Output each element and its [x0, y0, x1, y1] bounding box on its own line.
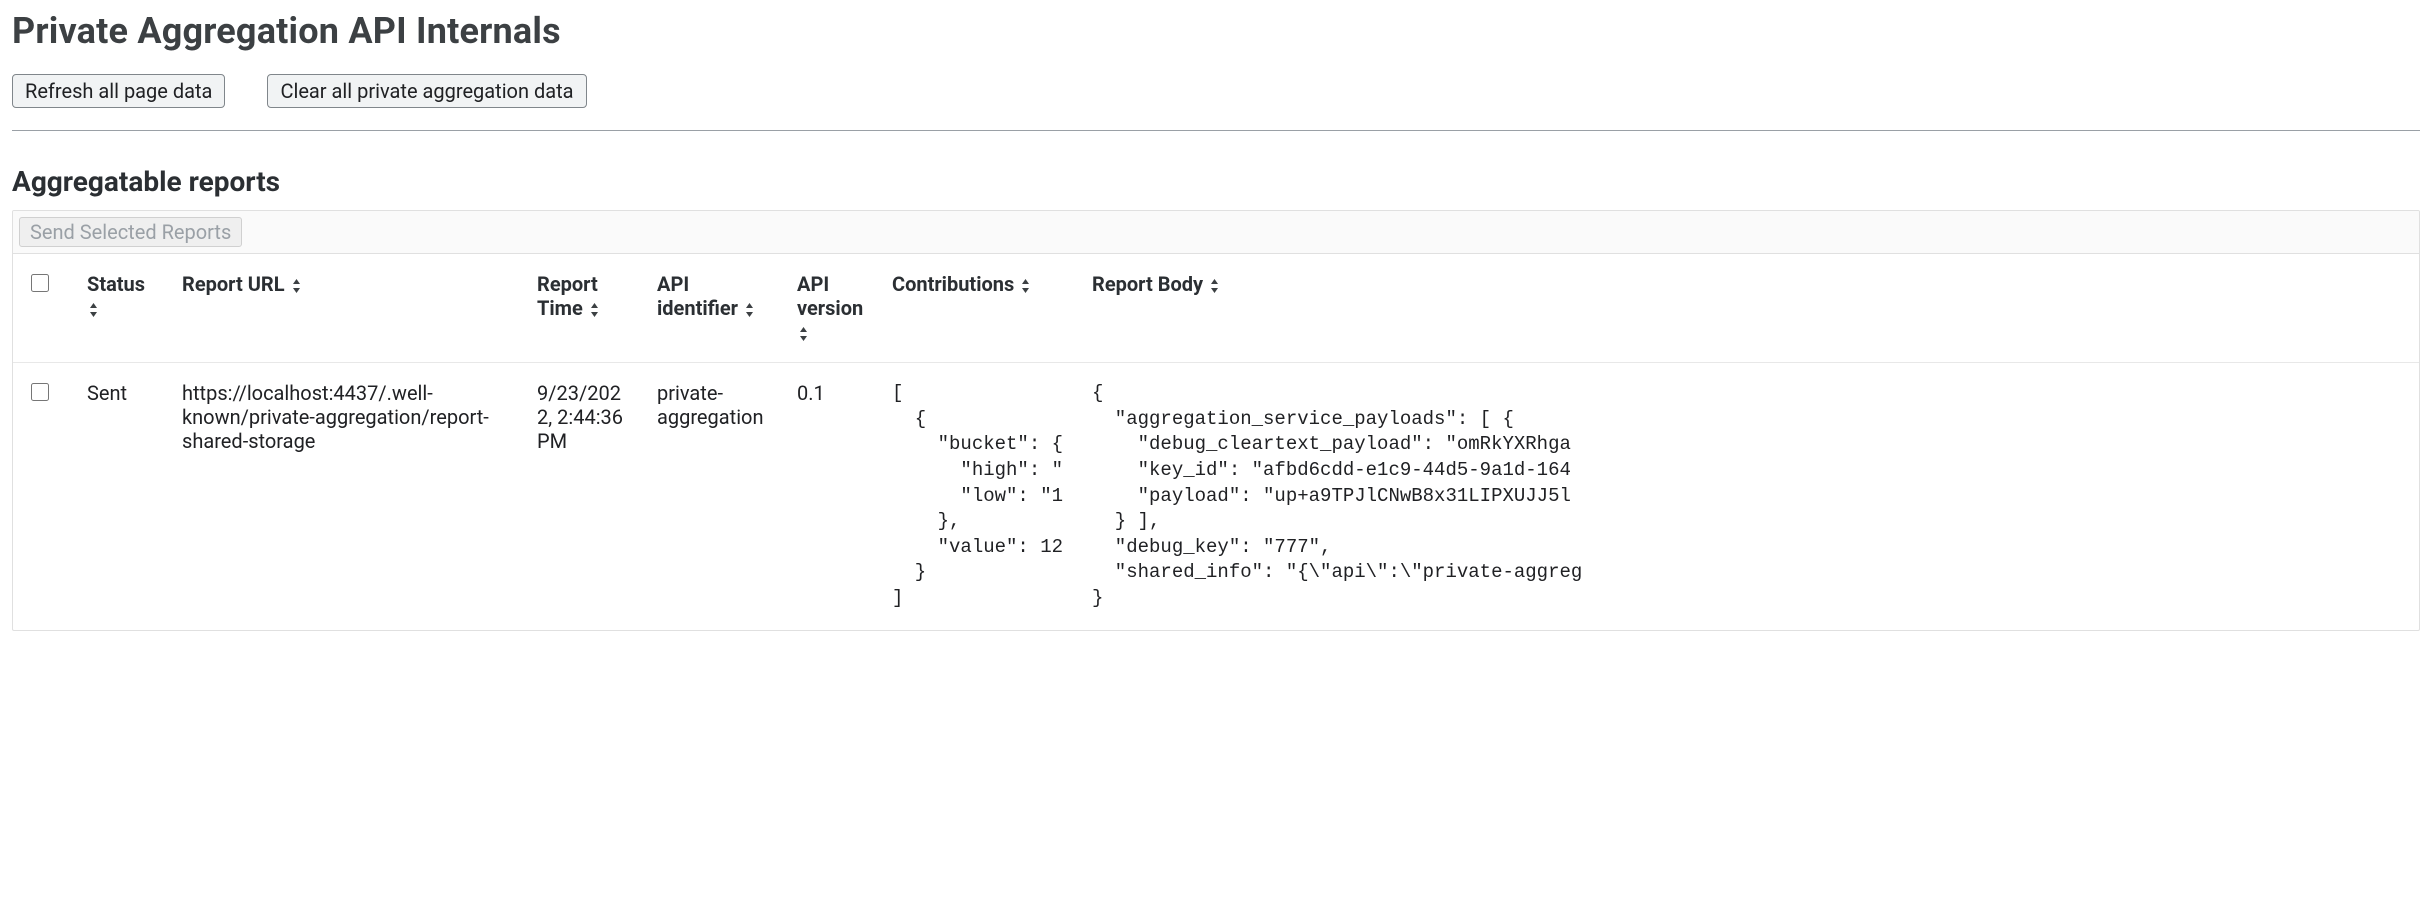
- column-header-select: [13, 254, 73, 363]
- report-body-code: { "aggregation_service_payloads": [ { "d…: [1092, 381, 2405, 612]
- refresh-button[interactable]: Refresh all page data: [12, 74, 225, 108]
- column-header-label: Status: [87, 272, 145, 296]
- sort-icon: [1210, 279, 1219, 293]
- sort-icon: [1021, 279, 1030, 293]
- table-row: Sent https://localhost:4437/.well-known/…: [13, 363, 2419, 630]
- column-header-status[interactable]: Status: [73, 254, 168, 363]
- cell-contributions: [ { "bucket": { "high": "0", "low": "123…: [878, 363, 1078, 630]
- cell-api-identifier: private-aggregation: [643, 363, 783, 630]
- cell-report-body: { "aggregation_service_payloads": [ { "d…: [1078, 363, 2419, 630]
- column-header-label: API identifier: [657, 272, 738, 320]
- column-header-label: Report Time: [537, 272, 598, 320]
- row-select-checkbox[interactable]: [31, 383, 49, 401]
- column-header-label: Contributions: [892, 272, 1014, 296]
- send-selected-button[interactable]: Send Selected Reports: [19, 217, 242, 247]
- reports-table: Status Report URL Report Time: [13, 254, 2419, 630]
- contributions-code: [ { "bucket": { "high": "0", "low": "123…: [892, 381, 1064, 612]
- section-title: Aggregatable reports: [12, 165, 2420, 198]
- select-all-checkbox[interactable]: [31, 274, 49, 292]
- cell-api-version: 0.1: [783, 363, 878, 630]
- clear-data-button[interactable]: Clear all private aggregation data: [267, 74, 586, 108]
- column-header-report-time[interactable]: Report Time: [523, 254, 643, 363]
- column-header-api-version[interactable]: API version: [783, 254, 878, 363]
- sort-icon: [799, 327, 808, 341]
- column-header-contributions[interactable]: Contributions: [878, 254, 1078, 363]
- sort-icon: [745, 303, 754, 317]
- column-header-label: Report URL: [182, 272, 285, 296]
- column-header-report-body[interactable]: Report Body: [1078, 254, 2419, 363]
- cell-report-time: 9/23/2022, 2:44:36 PM: [523, 363, 643, 630]
- cell-report-url: https://localhost:4437/.well-known/priva…: [168, 363, 523, 630]
- top-toolbar: Refresh all page data Clear all private …: [12, 74, 2420, 131]
- column-header-api-identifier[interactable]: API identifier: [643, 254, 783, 363]
- sort-icon: [590, 303, 599, 317]
- page-title: Private Aggregation API Internals: [12, 10, 2420, 52]
- column-header-label: API version: [797, 272, 863, 320]
- sort-icon: [89, 303, 98, 317]
- column-header-report-url[interactable]: Report URL: [168, 254, 523, 363]
- reports-table-container: Send Selected Reports Status: [12, 210, 2420, 631]
- cell-status: Sent: [73, 363, 168, 630]
- sort-icon: [292, 279, 301, 293]
- table-action-bar: Send Selected Reports: [13, 211, 2419, 254]
- column-header-label: Report Body: [1092, 272, 1203, 296]
